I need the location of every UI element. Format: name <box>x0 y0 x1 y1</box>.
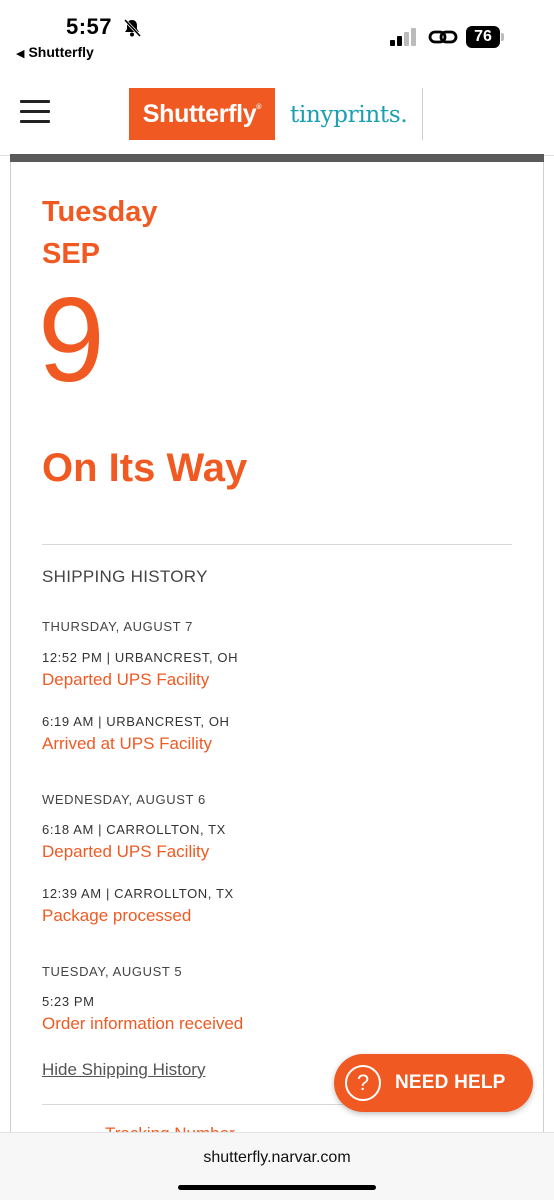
delivery-day-number: 9 <box>38 273 105 407</box>
event-time-location: 12:52 PM | URBANCREST, OH <box>42 650 239 665</box>
personal-hotspot-icon <box>428 30 458 44</box>
event-time-location: 6:18 AM | CARROLLTON, TX <box>42 822 226 837</box>
tinyprints-logo[interactable]: tinyprints. <box>290 98 408 132</box>
back-triangle-icon: ◀ <box>16 48 25 60</box>
menu-icon[interactable] <box>20 98 50 124</box>
status-time: 5:57 <box>66 14 113 39</box>
delivery-month: SEP <box>42 238 101 270</box>
event-description: Arrived at UPS Facility <box>42 734 213 753</box>
battery-icon: 76 <box>466 26 506 48</box>
status-bar: 5:57 ◀ Shutterfly 76 <box>0 0 554 70</box>
event-description: Order information received <box>42 1014 244 1033</box>
event-time-location: 6:19 AM | URBANCREST, OH <box>42 714 230 729</box>
back-to-app-link[interactable]: ◀ Shutterfly <box>16 44 94 60</box>
header-divider <box>422 88 423 140</box>
bell-off-icon <box>123 18 142 38</box>
delivery-status: On Its Way <box>42 446 248 490</box>
history-date: WEDNESDAY, AUGUST 6 <box>42 792 206 807</box>
battery-level: 76 <box>466 26 500 48</box>
home-indicator[interactable] <box>178 1185 376 1190</box>
shutterfly-logo[interactable]: Shutterfly® <box>129 88 275 140</box>
card-top-bar <box>10 154 544 162</box>
need-help-button[interactable]: ? NEED HELP <box>334 1054 533 1112</box>
delivery-day-name: Tuesday <box>42 196 158 228</box>
hide-shipping-history-link[interactable]: Hide Shipping History <box>42 1060 205 1080</box>
cellular-signal-icon <box>390 28 420 46</box>
site-header: Shutterfly® tinyprints. <box>0 70 554 156</box>
divider <box>42 544 512 545</box>
history-date: THURSDAY, AUGUST 7 <box>42 619 193 634</box>
event-time-location: 5:23 PM <box>42 994 95 1009</box>
question-icon: ? <box>345 1065 381 1101</box>
history-date: TUESDAY, AUGUST 5 <box>42 964 183 979</box>
need-help-label: NEED HELP <box>395 1072 506 1093</box>
shipping-history-heading: SHIPPING HISTORY <box>42 567 208 586</box>
back-app-label: Shutterfly <box>28 44 94 60</box>
event-description: Package processed <box>42 906 192 925</box>
url-text[interactable]: shutterfly.narvar.com <box>0 1149 554 1167</box>
event-description: Departed UPS Facility <box>42 842 210 861</box>
event-time-location: 12:39 AM | CARROLLTON, TX <box>42 886 234 901</box>
event-description: Departed UPS Facility <box>42 670 210 689</box>
browser-url-bar[interactable]: shutterfly.narvar.com <box>0 1132 554 1200</box>
